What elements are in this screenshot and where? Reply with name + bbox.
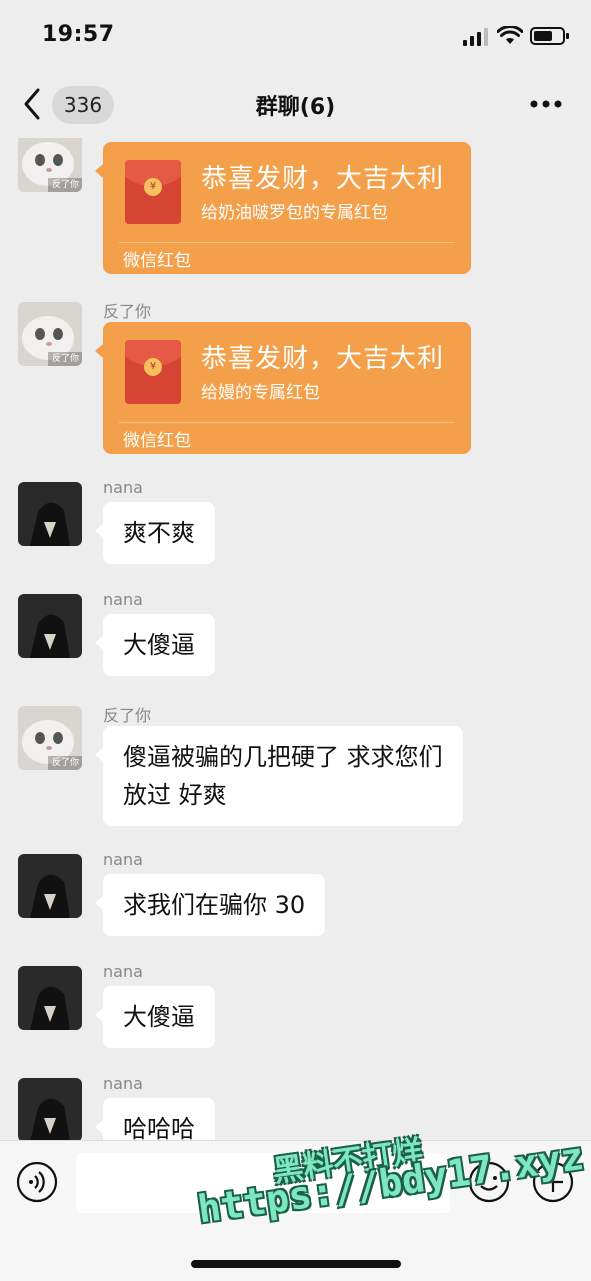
cat-avatar[interactable]: 反了你 xyxy=(18,302,82,366)
chat-header: 336 群聊(6) xyxy=(0,70,591,138)
avatar-caption: 反了你 xyxy=(51,758,79,768)
text-bubble[interactable]: 爽不爽 xyxy=(95,502,215,564)
dark-avatar[interactable] xyxy=(18,482,82,546)
dark-avatar[interactable] xyxy=(18,854,82,918)
avatar-caption: 反了你 xyxy=(51,354,79,364)
back-chevron-icon[interactable] xyxy=(18,86,48,122)
voice-icon[interactable] xyxy=(16,1161,58,1203)
home-indicator xyxy=(191,1260,401,1268)
chat-title: 群聊(6) xyxy=(255,95,336,120)
red-packet-subtitle: 给奶油啵罗包的专属红包 xyxy=(201,203,388,223)
text-bubble-line: 傻逼被骗的几把硬了 求求您们 xyxy=(123,743,443,771)
red-packet-footer: 微信红包 xyxy=(123,431,191,451)
status-bar: 19:57 xyxy=(0,0,591,70)
red-packet-title: 恭喜发财，大吉大利 xyxy=(201,344,445,374)
text-bubble[interactable]: 大傻逼 xyxy=(95,986,215,1048)
more-dots-icon[interactable] xyxy=(528,96,564,112)
sender-name: 反了你 xyxy=(103,302,152,321)
sender-name: nana xyxy=(103,850,143,869)
red-packet-title: 恭喜发财，大吉大利 xyxy=(201,164,445,194)
text-bubble[interactable]: 求我们在骗你 30 xyxy=(94,874,326,936)
text-bubble[interactable]: 大傻逼 xyxy=(95,614,215,676)
dark-avatar[interactable] xyxy=(18,1078,82,1140)
red-envelope-icon: ¥ xyxy=(125,160,181,224)
cat-avatar[interactable]: 反了你 xyxy=(18,138,82,192)
status-time: 19:57 xyxy=(42,22,115,47)
dark-avatar-image xyxy=(18,482,82,546)
text-bubble-line: 放过 好爽 xyxy=(123,781,227,809)
dark-avatar-image xyxy=(18,594,82,658)
sender-name: nana xyxy=(103,478,143,497)
avatar-caption: 反了你 xyxy=(51,180,79,190)
unread-count-badge[interactable]: 336 xyxy=(52,86,114,124)
dark-avatar-image xyxy=(18,854,82,918)
dark-avatar-image xyxy=(18,966,82,1030)
cat-avatar[interactable]: 反了你 xyxy=(18,706,82,770)
red-packet-subtitle: 给嫚的专属红包 xyxy=(201,383,320,403)
signal-icon xyxy=(463,28,488,46)
red-packet-card[interactable]: ¥ 恭喜发财，大吉大利 给嫚的专属红包 微信红包 xyxy=(95,322,471,454)
text-bubble[interactable]: 哈哈哈 xyxy=(95,1098,215,1140)
text-bubble[interactable]: 傻逼被骗的几把硬了 求求您们 放过 好爽 xyxy=(95,726,463,826)
sender-name: nana xyxy=(103,590,143,609)
battery-icon xyxy=(530,27,569,45)
sender-name: 反了你 xyxy=(103,706,152,725)
dark-avatar[interactable] xyxy=(18,966,82,1030)
sender-name: nana xyxy=(103,962,143,981)
wifi-icon xyxy=(497,26,523,44)
sender-name: nana xyxy=(103,1074,143,1093)
message-list[interactable]: 反了你 ¥ 恭喜发财，大吉大利 给奶油啵罗包的专属红包 微信红包 反了你 反了你… xyxy=(0,138,591,1140)
dark-avatar-image xyxy=(18,1078,82,1140)
red-envelope-icon: ¥ xyxy=(125,340,181,404)
red-packet-card[interactable]: ¥ 恭喜发财，大吉大利 给奶油啵罗包的专属红包 微信红包 xyxy=(95,142,471,274)
dark-avatar[interactable] xyxy=(18,594,82,658)
red-packet-footer: 微信红包 xyxy=(123,251,191,271)
